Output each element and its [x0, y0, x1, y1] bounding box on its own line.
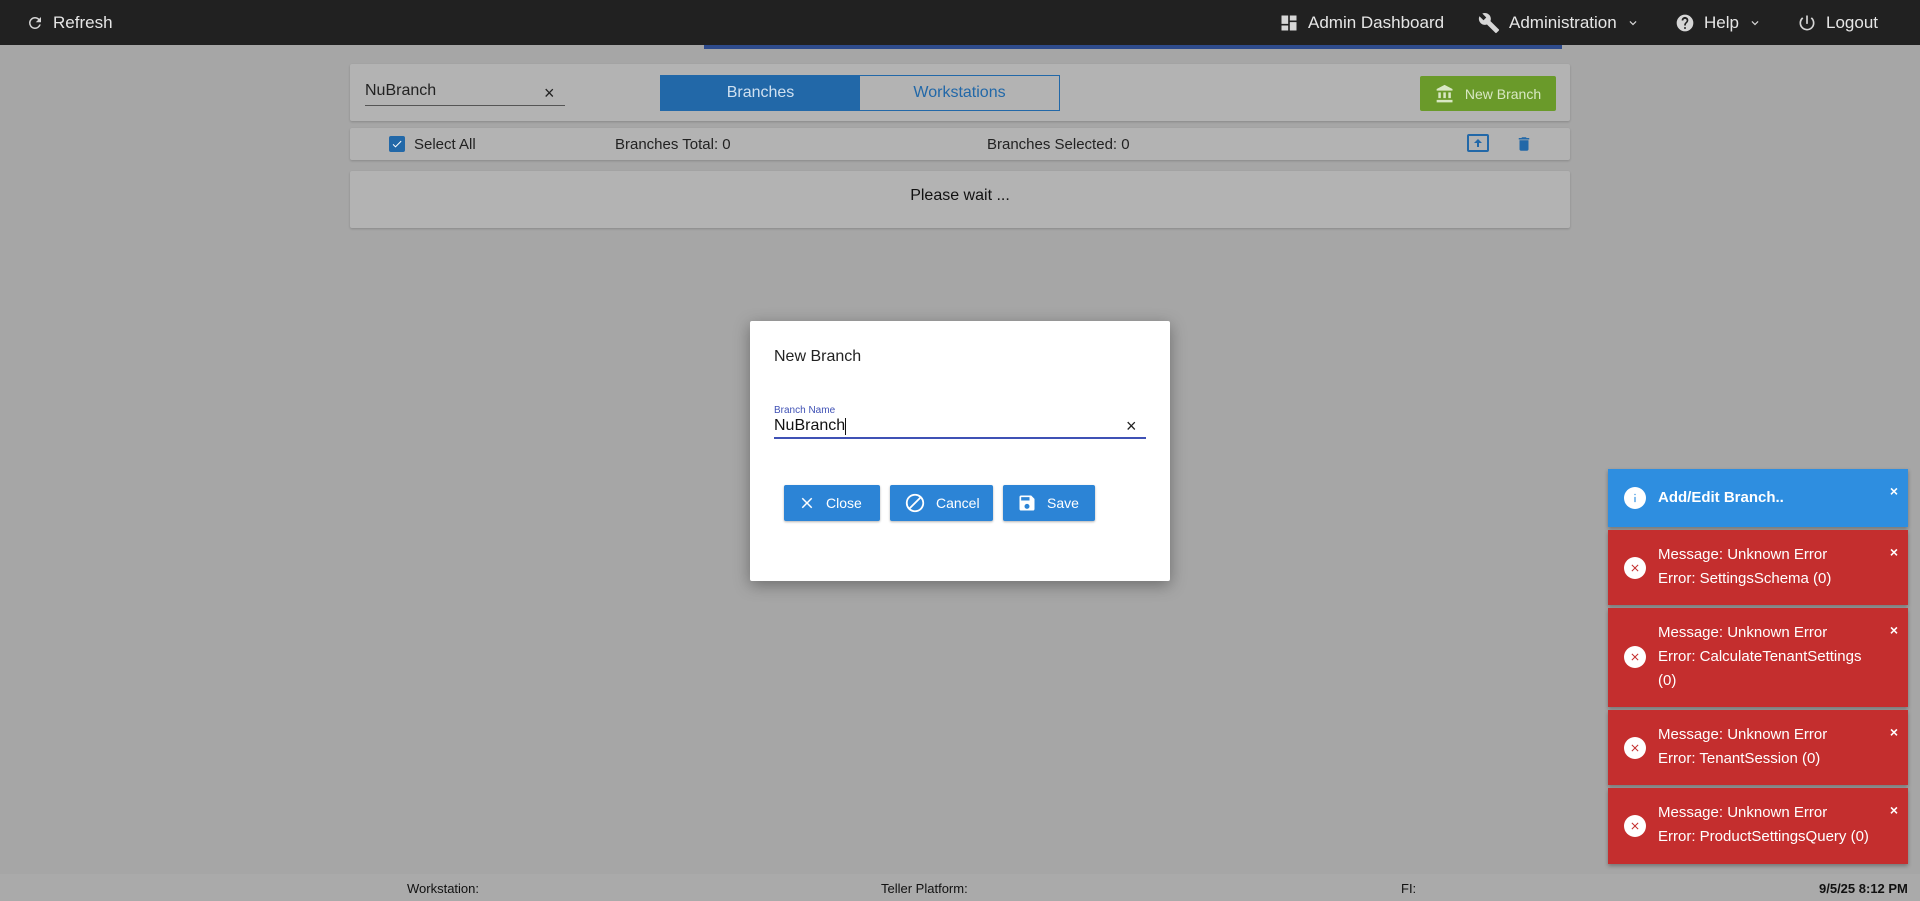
close-label: Close: [826, 495, 862, 511]
clear-icon[interactable]: ×: [1126, 416, 1137, 437]
branches-total: Branches Total: 0: [615, 136, 731, 153]
toast-error-line: Error: ProductSettingsQuery (0): [1658, 828, 1869, 845]
refresh-label: Refresh: [53, 12, 113, 32]
toast-message-line: Message: Unknown Error: [1658, 804, 1828, 821]
toast-message-line: Message: Unknown Error: [1658, 624, 1828, 641]
branch-name-value: NuBranch: [774, 417, 846, 434]
branch-list-loading: Please wait ...: [350, 171, 1570, 228]
top-navigation-bar: Refresh Admin Dashboard Administration H…: [0, 0, 1920, 45]
upload-icon[interactable]: [1466, 133, 1490, 159]
cancel-button[interactable]: Cancel: [890, 485, 993, 521]
text-cursor: [845, 418, 846, 435]
error-icon: [1624, 737, 1646, 759]
branches-selected: Branches Selected: 0: [987, 136, 1130, 153]
toast-close-icon[interactable]: ×: [1890, 483, 1898, 499]
toast-error-line: Error: TenantSession (0): [1658, 750, 1821, 767]
please-wait-text: Please wait ...: [910, 187, 1010, 204]
teller-platform-label: Teller Platform:: [881, 881, 968, 896]
toast-error: Message: Unknown Error Error: CalculateT…: [1608, 608, 1908, 707]
view-tabs: Branches Workstations: [660, 75, 1060, 111]
help-menu[interactable]: Help: [1675, 0, 1762, 45]
save-button[interactable]: Save: [1003, 485, 1095, 521]
new-branch-dialog: New Branch Branch Name NuBranch × Close …: [750, 321, 1170, 581]
bank-icon: [1436, 84, 1453, 102]
toast-message-line: Message: Unknown Error: [1658, 726, 1828, 743]
refresh-button[interactable]: Refresh: [26, 0, 113, 45]
branch-name-input[interactable]: NuBranch ×: [774, 415, 1146, 439]
logout-button[interactable]: Logout: [1797, 0, 1878, 45]
search-clear-icon[interactable]: ×: [544, 84, 555, 102]
administration-menu[interactable]: Administration: [1478, 0, 1640, 45]
power-icon: [1799, 15, 1815, 30]
error-icon: [1624, 815, 1646, 837]
topbar-accent-bar: [704, 45, 1562, 49]
new-branch-button[interactable]: New Branch: [1420, 76, 1556, 111]
tab-workstations[interactable]: Workstations: [860, 76, 1059, 110]
toast-close-icon[interactable]: ×: [1890, 622, 1898, 638]
check-icon: [392, 140, 402, 148]
refresh-icon: [29, 16, 41, 29]
toast-error: Message: Unknown Error Error: SettingsSc…: [1608, 530, 1908, 605]
save-label: Save: [1047, 495, 1079, 511]
help-icon: [1676, 14, 1694, 31]
error-icon: [1624, 646, 1646, 668]
branch-list-header: Select All Branches Total: 0 Branches Se…: [350, 128, 1570, 160]
toast-close-icon[interactable]: ×: [1890, 544, 1898, 560]
toast-error: Message: Unknown Error Error: TenantSess…: [1608, 710, 1908, 785]
workstation-label: Workstation:: [407, 881, 480, 896]
new-branch-label: New Branch: [1464, 85, 1542, 102]
fi-label: FI:: [1401, 881, 1417, 896]
close-button[interactable]: Close: [784, 485, 880, 521]
block-icon: [905, 493, 925, 513]
select-all-checkbox[interactable]: [389, 136, 405, 152]
branch-toolbar: NuBranch × Branches Workstations New Bra…: [350, 64, 1570, 121]
toast-message-line: Message: Unknown Error: [1658, 546, 1828, 563]
toast-close-icon[interactable]: ×: [1890, 724, 1898, 740]
toast-close-icon[interactable]: ×: [1890, 802, 1898, 818]
admin-dashboard-link[interactable]: Admin Dashboard: [1279, 0, 1444, 45]
help-label: Help: [1704, 12, 1739, 32]
toast-info: Add/Edit Branch.. ×: [1608, 469, 1908, 527]
logout-label: Logout: [1826, 12, 1878, 32]
toast-info-text: Add/Edit Branch..: [1658, 489, 1784, 506]
toast-error-line: Error: CalculateTenantSettings: [1658, 648, 1862, 665]
delete-icon[interactable]: [1515, 133, 1533, 159]
toast-error-line: (0): [1658, 672, 1677, 689]
chevron-down-icon: [1751, 20, 1759, 25]
wrench-icon: [1478, 12, 1500, 33]
datetime: 9/5/25 8:12 PM: [1819, 881, 1908, 896]
administration-label: Administration: [1509, 12, 1617, 32]
dashboard-icon: [1281, 15, 1297, 30]
branch-search-input[interactable]: NuBranch: [365, 82, 565, 106]
branch-search-value: NuBranch: [365, 82, 437, 99]
cancel-label: Cancel: [936, 495, 980, 511]
select-all-label: Select All: [414, 136, 476, 153]
info-icon: [1624, 487, 1646, 509]
chevron-down-icon: [1629, 20, 1637, 25]
toast-error-line: Error: SettingsSchema (0): [1658, 570, 1832, 587]
dialog-title: New Branch: [774, 348, 862, 365]
toast-error: Message: Unknown Error Error: ProductSet…: [1608, 788, 1908, 864]
error-icon: [1624, 557, 1646, 579]
admin-dashboard-label: Admin Dashboard: [1308, 12, 1445, 32]
save-icon: [1019, 495, 1035, 511]
tab-branches[interactable]: Branches: [661, 76, 860, 110]
close-icon: [801, 497, 813, 509]
status-bar: Workstation: Teller Platform: FI: 9/5/25…: [0, 874, 1920, 901]
